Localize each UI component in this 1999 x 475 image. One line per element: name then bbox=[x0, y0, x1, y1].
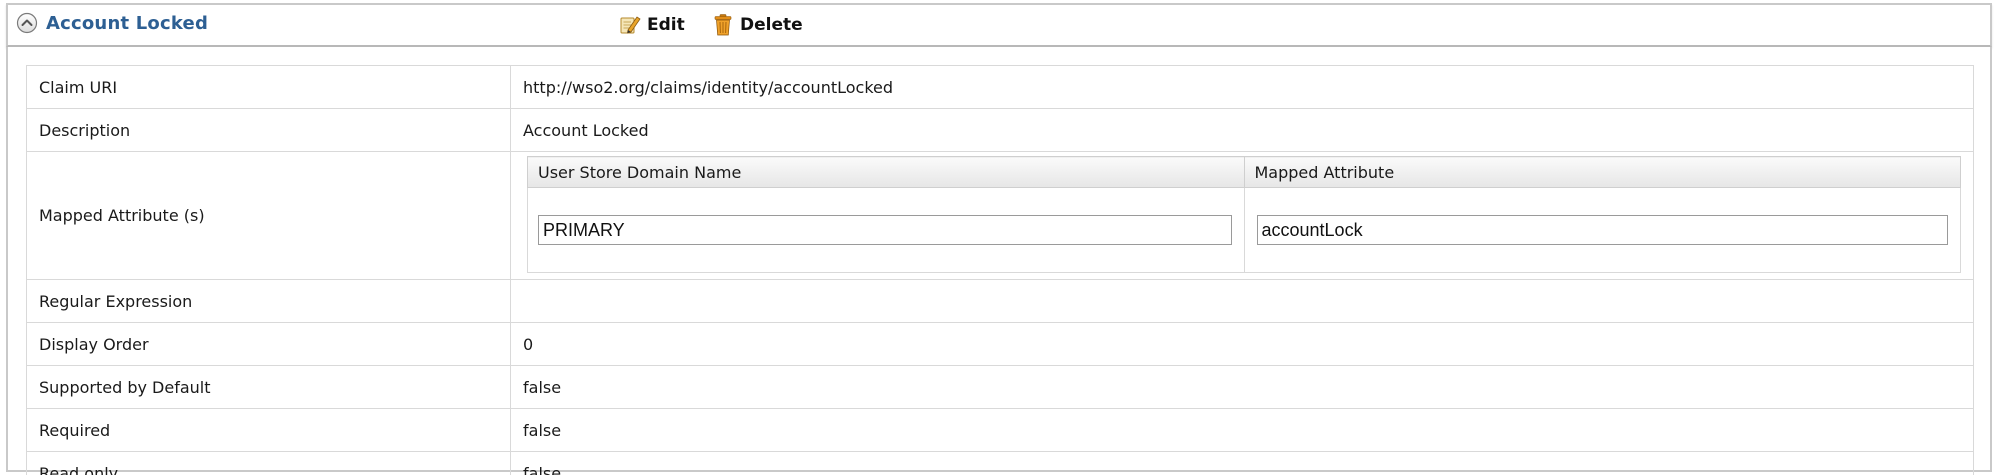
domain-name-input[interactable] bbox=[538, 215, 1232, 245]
delete-label: Delete bbox=[740, 15, 803, 35]
property-value bbox=[510, 279, 1974, 323]
table-row: Read only false bbox=[26, 451, 1974, 475]
column-header-domain: User Store Domain Name bbox=[527, 156, 1245, 188]
edit-button[interactable]: Edit bbox=[618, 12, 685, 38]
mapped-attributes-cell: User Store Domain Name Mapped Attribute bbox=[510, 151, 1974, 280]
property-label: Regular Expression bbox=[26, 279, 511, 323]
section-title[interactable]: Account Locked bbox=[46, 13, 208, 34]
column-header-attribute: Mapped Attribute bbox=[1243, 156, 1961, 188]
section-header: Account Locked Edit Delete bbox=[6, 3, 1992, 47]
table-row: Required false bbox=[26, 408, 1974, 452]
delete-button[interactable]: Delete bbox=[711, 12, 803, 38]
trash-can-icon bbox=[711, 13, 735, 37]
claim-properties-table: Claim URI http://wso2.org/claims/identit… bbox=[26, 65, 1974, 475]
claim-details-panel: Claim URI http://wso2.org/claims/identit… bbox=[6, 47, 1992, 475]
property-value: Account Locked bbox=[510, 108, 1974, 152]
property-value: false bbox=[510, 365, 1974, 409]
edit-label: Edit bbox=[647, 15, 685, 35]
mapped-attribute-input[interactable] bbox=[1256, 215, 1948, 245]
table-row bbox=[527, 187, 1961, 273]
property-label: Display Order bbox=[26, 322, 511, 366]
property-value: false bbox=[510, 408, 1974, 452]
claim-details-page: Account Locked Edit Delete Claim URI htt… bbox=[0, 0, 1999, 475]
mapped-attributes-table: User Store Domain Name Mapped Attribute bbox=[527, 156, 1961, 273]
attribute-cell bbox=[1243, 187, 1961, 273]
property-label: Claim URI bbox=[26, 65, 511, 109]
table-row: Claim URI http://wso2.org/claims/identit… bbox=[26, 65, 1974, 109]
table-row: Display Order 0 bbox=[26, 322, 1974, 366]
property-label: Read only bbox=[26, 451, 511, 475]
table-row: Regular Expression bbox=[26, 279, 1974, 323]
table-row: Mapped Attribute (s) User Store Domain N… bbox=[26, 151, 1974, 280]
property-value: http://wso2.org/claims/identity/accountL… bbox=[510, 65, 1974, 109]
table-row: Supported by Default false bbox=[26, 365, 1974, 409]
domain-cell bbox=[527, 187, 1245, 273]
property-label: Description bbox=[26, 108, 511, 152]
property-label: Required bbox=[26, 408, 511, 452]
property-value: false bbox=[510, 451, 1974, 475]
property-value: 0 bbox=[510, 322, 1974, 366]
chevron-up-circle-icon[interactable] bbox=[16, 12, 38, 34]
pencil-note-icon bbox=[618, 13, 642, 37]
property-label: Mapped Attribute (s) bbox=[26, 151, 511, 280]
mapped-attributes-header: User Store Domain Name Mapped Attribute bbox=[527, 156, 1961, 188]
table-row: Description Account Locked bbox=[26, 108, 1974, 152]
property-label: Supported by Default bbox=[26, 365, 511, 409]
